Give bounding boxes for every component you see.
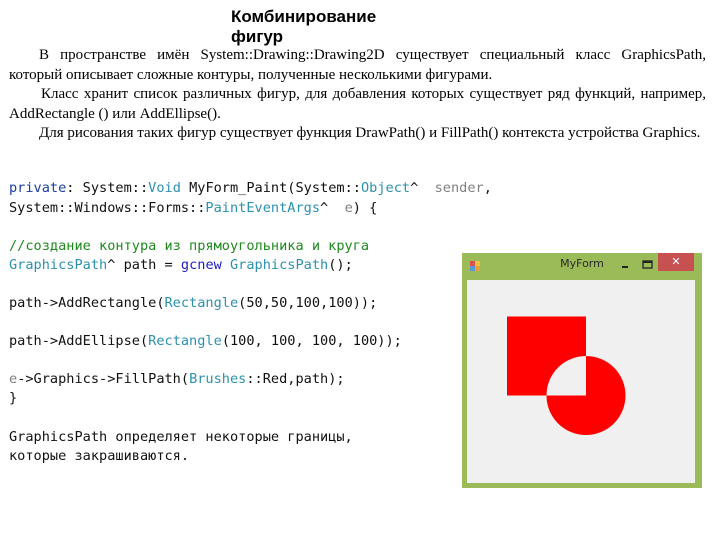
maximize-button[interactable] xyxy=(641,259,655,271)
code-text: : System:: xyxy=(66,180,149,196)
code-param: e xyxy=(9,371,18,387)
code-keyword: private xyxy=(9,180,67,196)
paragraph-class-list: Класс хранит список различных фигур, для… xyxy=(9,86,706,122)
code-text: ^ xyxy=(320,200,345,216)
close-button[interactable]: ✕ xyxy=(658,253,694,271)
code-type: GraphicsPath xyxy=(9,257,108,273)
code-text: ^ xyxy=(410,180,435,196)
code-type: Rectangle xyxy=(164,295,239,311)
code-line-fill-path: e->Graphics->FillPath(Brushes::Red,path)… xyxy=(9,370,345,389)
code-text: path->AddRectangle( xyxy=(9,295,165,311)
code-text: path->AddEllipse( xyxy=(9,333,149,349)
minimize-button[interactable] xyxy=(619,259,633,271)
code-param: sender xyxy=(434,180,484,196)
code-comment: //создание контура из прямоугольника и к… xyxy=(9,238,370,254)
minimize-icon xyxy=(622,266,628,268)
code-text: (); xyxy=(328,257,353,273)
window-titlebar[interactable]: MyForm ✕ xyxy=(462,253,702,278)
code-text: ::Red,path); xyxy=(246,371,345,387)
code-text: MyForm_Paint(System:: xyxy=(180,180,361,196)
window-client-area xyxy=(467,280,695,483)
code-type: PaintEventArgs xyxy=(205,200,320,216)
filled-graphics-path xyxy=(507,316,626,436)
code-text: System::Windows::Forms:: xyxy=(9,200,206,216)
code-keyword: gcnew xyxy=(180,257,222,273)
code-type: Brushes xyxy=(189,371,247,387)
close-icon: ✕ xyxy=(671,255,681,268)
paragraph-drawing-functions: Для рисования таких фигур существует фун… xyxy=(39,125,701,141)
code-text: ) { xyxy=(352,200,378,216)
code-line-signature-1: private: System::Void MyForm_Paint(Syste… xyxy=(9,179,492,198)
code-type: GraphicsPath xyxy=(230,257,329,273)
code-text: ->Graphics->FillPath( xyxy=(17,371,190,387)
code-text: (100, 100, 100, 100)); xyxy=(221,333,402,349)
code-line-create-path: GraphicsPath^ path = gcnew GraphicsPath(… xyxy=(9,256,353,275)
myform-window: MyForm ✕ xyxy=(462,253,702,488)
code-line-add-rectangle: path->AddRectangle(Rectangle(50,50,100,1… xyxy=(9,294,377,313)
code-text: , xyxy=(483,180,492,196)
code-text: ^ path = xyxy=(107,257,181,273)
code-type: Rectangle xyxy=(148,333,222,349)
code-line-signature-2: System::Windows::Forms::PaintEventArgs^ … xyxy=(9,199,377,218)
code-type: Void xyxy=(148,180,181,196)
note-line-2: которые закрашиваются. xyxy=(9,448,190,464)
code-text: (50,50,100,100)); xyxy=(238,295,378,311)
code-line-add-ellipse: path->AddEllipse(Rectangle(100, 100, 100… xyxy=(9,332,402,351)
paint-canvas xyxy=(507,316,626,436)
code-param: e xyxy=(344,200,353,216)
slide-title: Комбинирование фигур xyxy=(231,7,377,46)
code-line-close-brace: } xyxy=(9,390,18,406)
note-line-1: GraphicsPath определяет некоторые границ… xyxy=(9,429,353,445)
paragraph-namespace: В пространстве имён System::Drawing::Dra… xyxy=(9,47,706,83)
code-type: Object xyxy=(360,180,411,196)
